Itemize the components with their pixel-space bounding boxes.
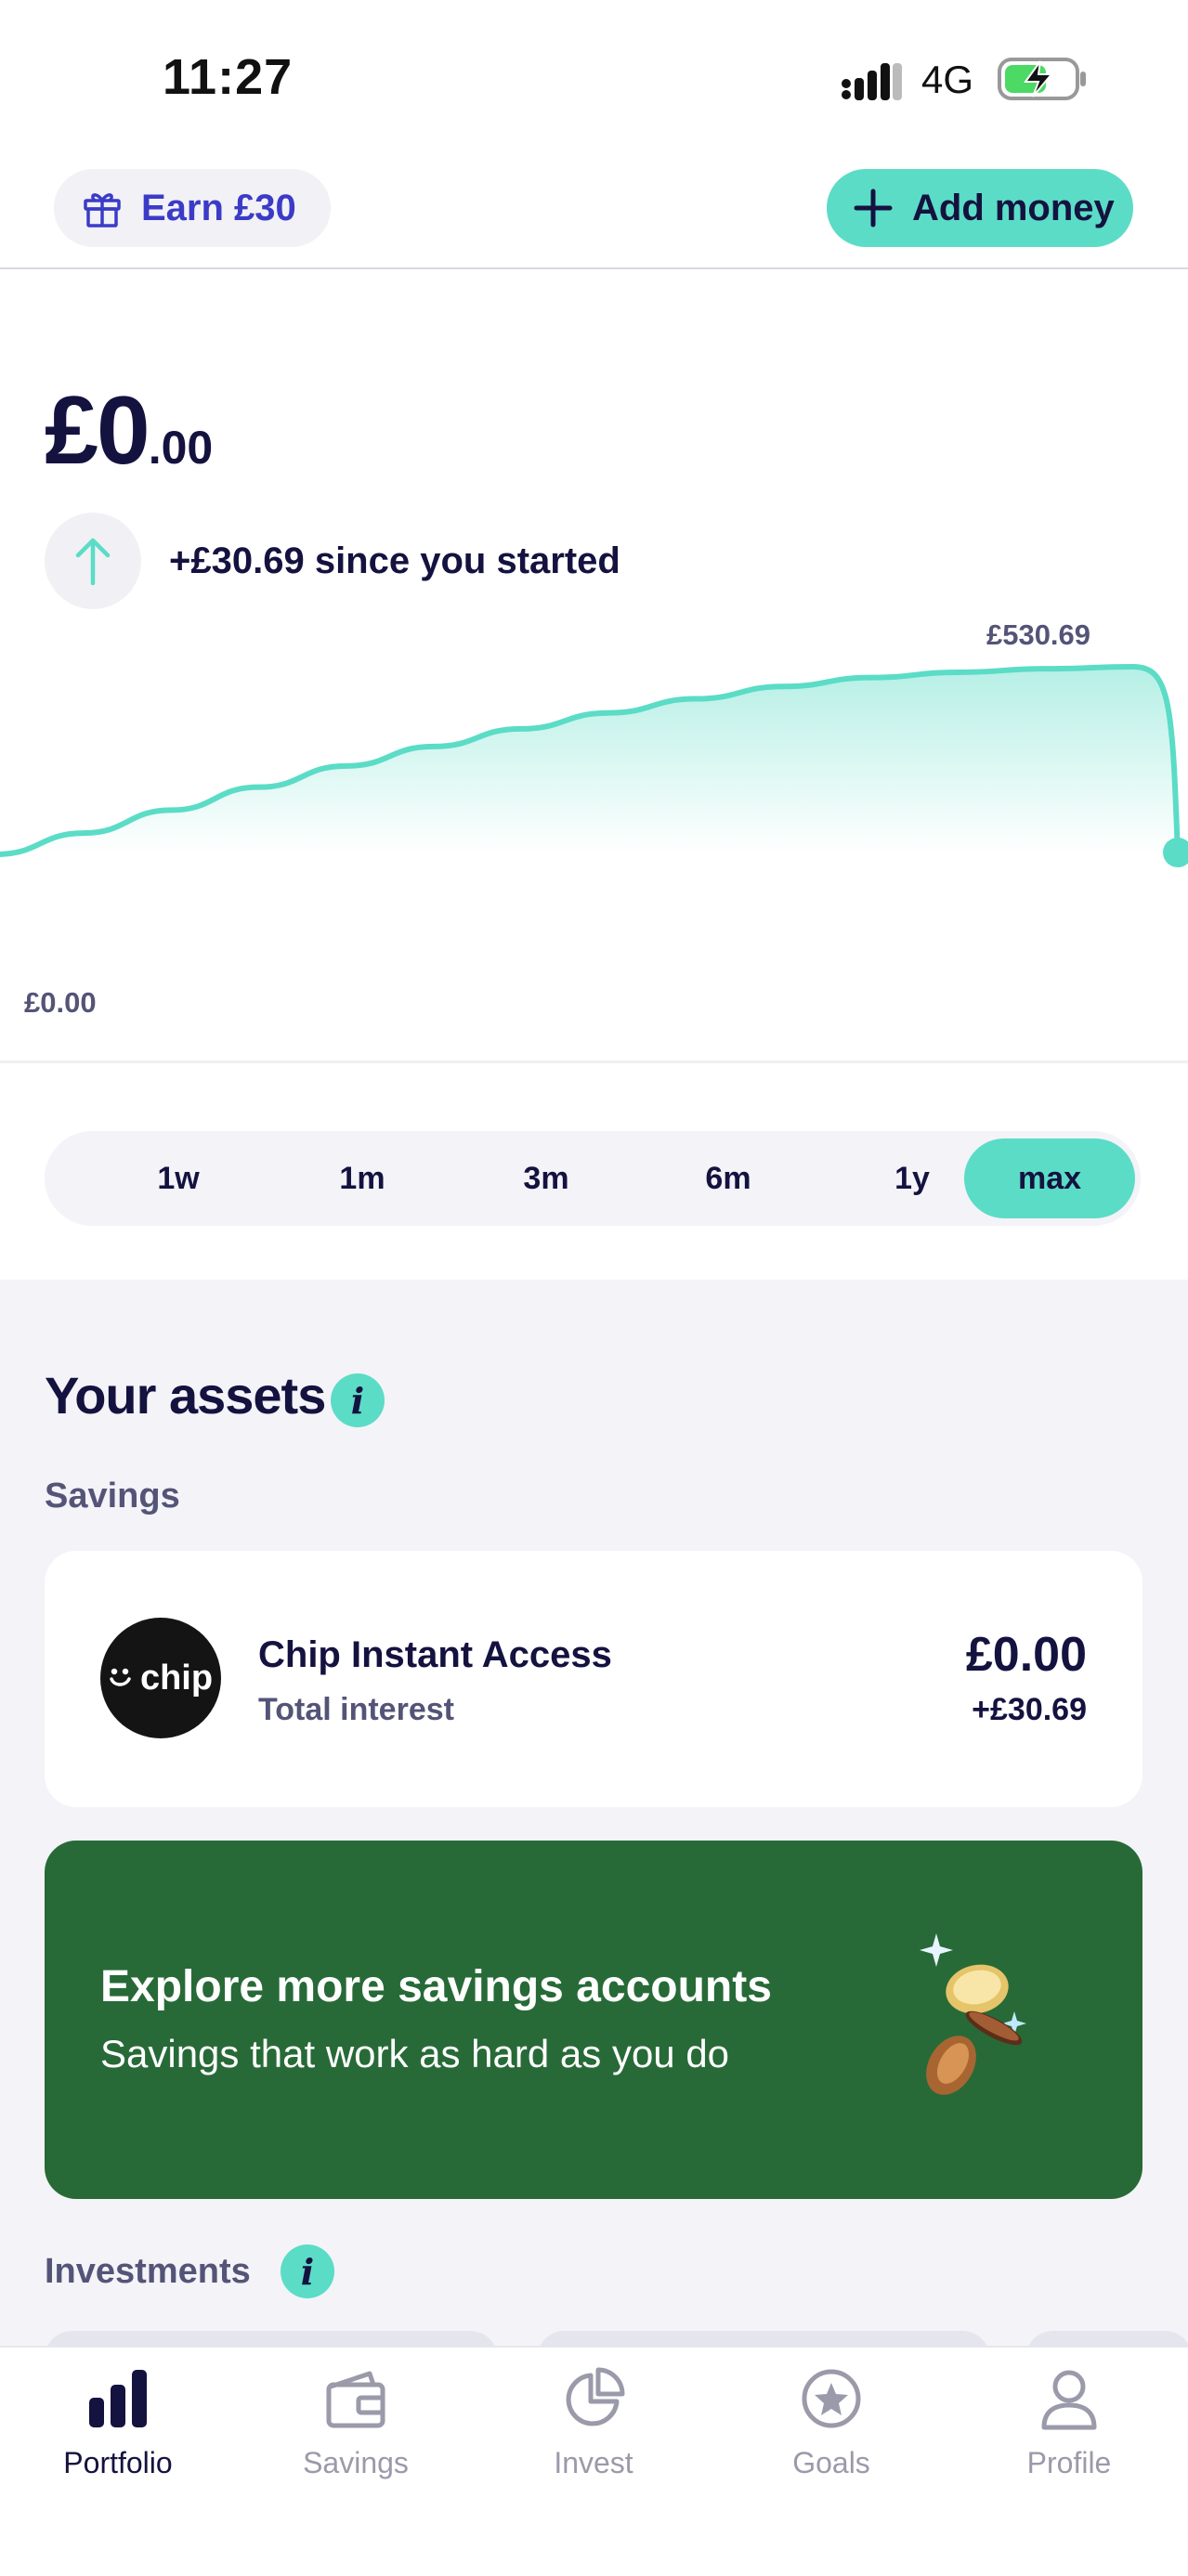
bar-chart-icon — [89, 2370, 147, 2427]
arrow-up-icon — [45, 513, 141, 609]
signal-strength-icon — [842, 63, 902, 100]
account-total-interest: +£30.69 — [972, 1692, 1087, 1727]
range-max[interactable]: max — [964, 1138, 1135, 1218]
investments-info-icon[interactable]: i — [281, 2244, 334, 2298]
add-money-label: Add money — [912, 187, 1115, 228]
tab-goals[interactable]: Goals — [738, 2366, 924, 2505]
chart-divider — [0, 1060, 1188, 1063]
range-1m[interactable]: 1m — [277, 1138, 448, 1218]
chart-max-label: £530.69 — [986, 618, 1090, 651]
portfolio-balance: £0.00 — [45, 376, 213, 487]
chart-area-fill — [0, 667, 1178, 854]
star-circle-icon — [802, 2369, 861, 2428]
plus-icon — [854, 189, 893, 228]
network-type: 4G — [921, 58, 974, 101]
portfolio-chart[interactable]: £530.69 £0.00 — [0, 613, 1188, 1059]
status-time: 11:27 — [163, 49, 294, 105]
chip-logo: chip — [100, 1618, 221, 1738]
range-3m[interactable]: 3m — [461, 1138, 632, 1218]
chip-logo-text: chip — [139, 1658, 214, 1698]
chart-min-label: £0.00 — [24, 986, 97, 1019]
tab-goals-label: Goals — [792, 2446, 870, 2479]
wallet-icon — [326, 2371, 385, 2428]
growth-summary: +£30.69 since you started — [45, 513, 620, 609]
account-balance: £0.00 — [965, 1628, 1087, 1682]
pie-chart-icon — [566, 2367, 625, 2426]
growth-text: +£30.69 since you started — [169, 540, 620, 581]
top-header: Earn £30 Add money — [0, 158, 1188, 269]
tab-portfolio[interactable]: Portfolio — [25, 2366, 211, 2505]
battery-charging-icon — [998, 58, 1086, 100]
time-range-selector: 1w 1m 3m 6m 1y max — [45, 1131, 1141, 1226]
earn-label: Earn £30 — [141, 187, 296, 228]
add-money-button[interactable]: Add money — [827, 169, 1133, 247]
promo-subtitle: Savings that work as hard as you do — [100, 2032, 730, 2075]
coins-illustration-icon — [920, 1933, 1026, 2095]
promo-title: Explore more savings accounts — [100, 1962, 772, 2011]
tab-profile-label: Profile — [1026, 2446, 1112, 2479]
tab-invest[interactable]: Invest — [501, 2366, 686, 2505]
explore-savings-promo[interactable]: Explore more savings accounts Savings th… — [45, 1841, 1142, 2199]
person-icon — [1041, 2370, 1097, 2430]
tab-profile[interactable]: Profile — [976, 2366, 1162, 2505]
assets-info-icon[interactable]: i — [331, 1373, 385, 1427]
tab-portfolio-label: Portfolio — [63, 2446, 173, 2479]
tab-savings[interactable]: Savings — [263, 2366, 449, 2505]
tab-savings-label: Savings — [303, 2446, 409, 2479]
account-name: Chip Instant Access — [258, 1634, 612, 1675]
account-subtitle: Total interest — [258, 1692, 454, 1727]
savings-section-label: Savings — [45, 1477, 180, 1516]
gift-icon — [84, 193, 121, 228]
your-assets-heading: Your assets — [45, 1366, 326, 1425]
tab-invest-label: Invest — [554, 2446, 633, 2479]
earn-referral-button[interactable]: Earn £30 — [54, 169, 331, 247]
status-bar: 11:27 4G — [0, 0, 1188, 158]
investments-section-label: Investments — [45, 2252, 251, 2291]
balance-minor: .00 — [148, 422, 214, 474]
range-6m[interactable]: 6m — [643, 1138, 814, 1218]
bottom-tab-bar: Portfolio Savings Invest Goals Profile — [0, 2346, 1188, 2576]
chip-instant-access-card[interactable]: chip Chip Instant Access Total interest … — [45, 1551, 1142, 1807]
balance-major: £0 — [45, 377, 150, 485]
range-1w[interactable]: 1w — [93, 1138, 264, 1218]
